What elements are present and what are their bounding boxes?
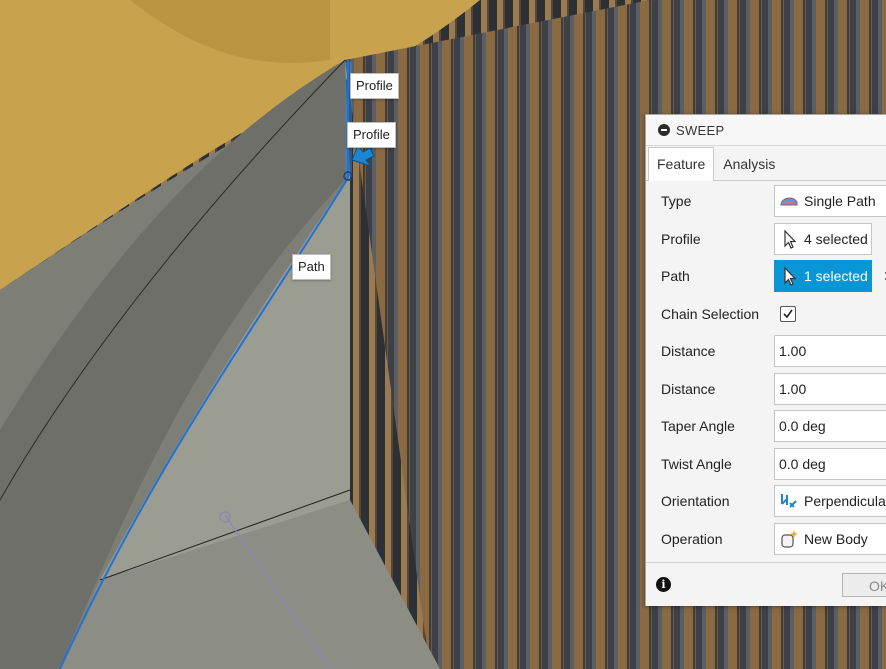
operation-row: Operation New Body — [646, 522, 886, 556]
type-label: Type — [661, 193, 692, 209]
path-selection-button[interactable]: 1 selected — [774, 260, 872, 292]
taper-angle-label: Taper Angle — [661, 418, 735, 434]
dialog-footer: i OK — [646, 562, 886, 606]
ok-button[interactable]: OK — [842, 573, 886, 597]
profile-callout: Profile — [347, 122, 396, 148]
tab-bar: Feature Analysis — [646, 146, 886, 181]
operation-label: Operation — [661, 531, 723, 547]
dialog-title: SWEEP — [676, 122, 725, 138]
taper-angle-input[interactable]: 0.0 deg — [774, 410, 886, 442]
collapse-icon[interactable] — [658, 124, 670, 136]
tab-feature[interactable]: Feature — [648, 147, 715, 181]
distance-row: Distance 1.00 — [646, 372, 886, 406]
path-row: Path 1 selected ✕ — [646, 259, 886, 293]
chain-selection-checkbox[interactable] — [780, 306, 796, 322]
orientation-value: Perpendicular — [804, 493, 886, 509]
twist-angle-input[interactable]: 0.0 deg — [774, 448, 886, 480]
orientation-dropdown[interactable]: Perpendicular — [774, 485, 886, 517]
sweep-dialog: SWEEP Feature Analysis Type Single Path … — [645, 114, 886, 606]
chain-selection-label: Chain Selection — [661, 306, 760, 322]
operation-dropdown[interactable]: New Body — [774, 523, 886, 555]
path-value: 1 selected — [804, 268, 868, 284]
distance-input[interactable]: 1.00 — [774, 335, 886, 367]
path-callout: Path — [292, 254, 331, 280]
operation-value: New Body — [804, 531, 868, 547]
taper-angle-value: 0.0 deg — [779, 418, 826, 434]
distance-row: Distance 1.00 — [646, 334, 886, 368]
twist-angle-label: Twist Angle — [661, 456, 732, 472]
distance-label: Distance — [661, 381, 716, 397]
orientation-row: Orientation Perpendicular — [646, 484, 886, 518]
twist-angle-row: Twist Angle 0.0 deg — [646, 447, 886, 481]
distance-input[interactable]: 1.00 — [774, 373, 886, 405]
chain-selection-row: Chain Selection — [646, 297, 886, 331]
taper-angle-row: Taper Angle 0.0 deg — [646, 409, 886, 443]
info-icon[interactable]: i — [656, 577, 671, 592]
distance-label: Distance — [661, 343, 716, 359]
distance-value: 1.00 — [779, 343, 807, 359]
profile-value: 4 selected — [804, 231, 868, 247]
profile-row: Profile 4 selected — [646, 222, 886, 256]
profile-label: Profile — [661, 231, 701, 247]
type-row: Type Single Path — [646, 184, 886, 218]
single-path-icon — [780, 197, 798, 206]
type-dropdown[interactable]: Single Path — [774, 185, 886, 217]
profile-selection-button[interactable]: 4 selected — [774, 223, 872, 255]
dialog-header: SWEEP — [646, 115, 886, 146]
type-value: Single Path — [804, 193, 876, 209]
distance-value: 1.00 — [779, 381, 807, 397]
orientation-label: Orientation — [661, 493, 730, 509]
checkmark-icon — [783, 309, 793, 319]
cursor-arrow-icon — [784, 266, 797, 286]
perpendicular-icon — [781, 494, 797, 508]
twist-angle-value: 0.0 deg — [779, 456, 826, 472]
path-label: Path — [661, 268, 690, 284]
profile-callout: Profile — [350, 73, 399, 99]
new-body-icon — [781, 530, 798, 548]
tab-analysis[interactable]: Analysis — [714, 147, 784, 180]
cursor-arrow-icon — [784, 229, 797, 249]
